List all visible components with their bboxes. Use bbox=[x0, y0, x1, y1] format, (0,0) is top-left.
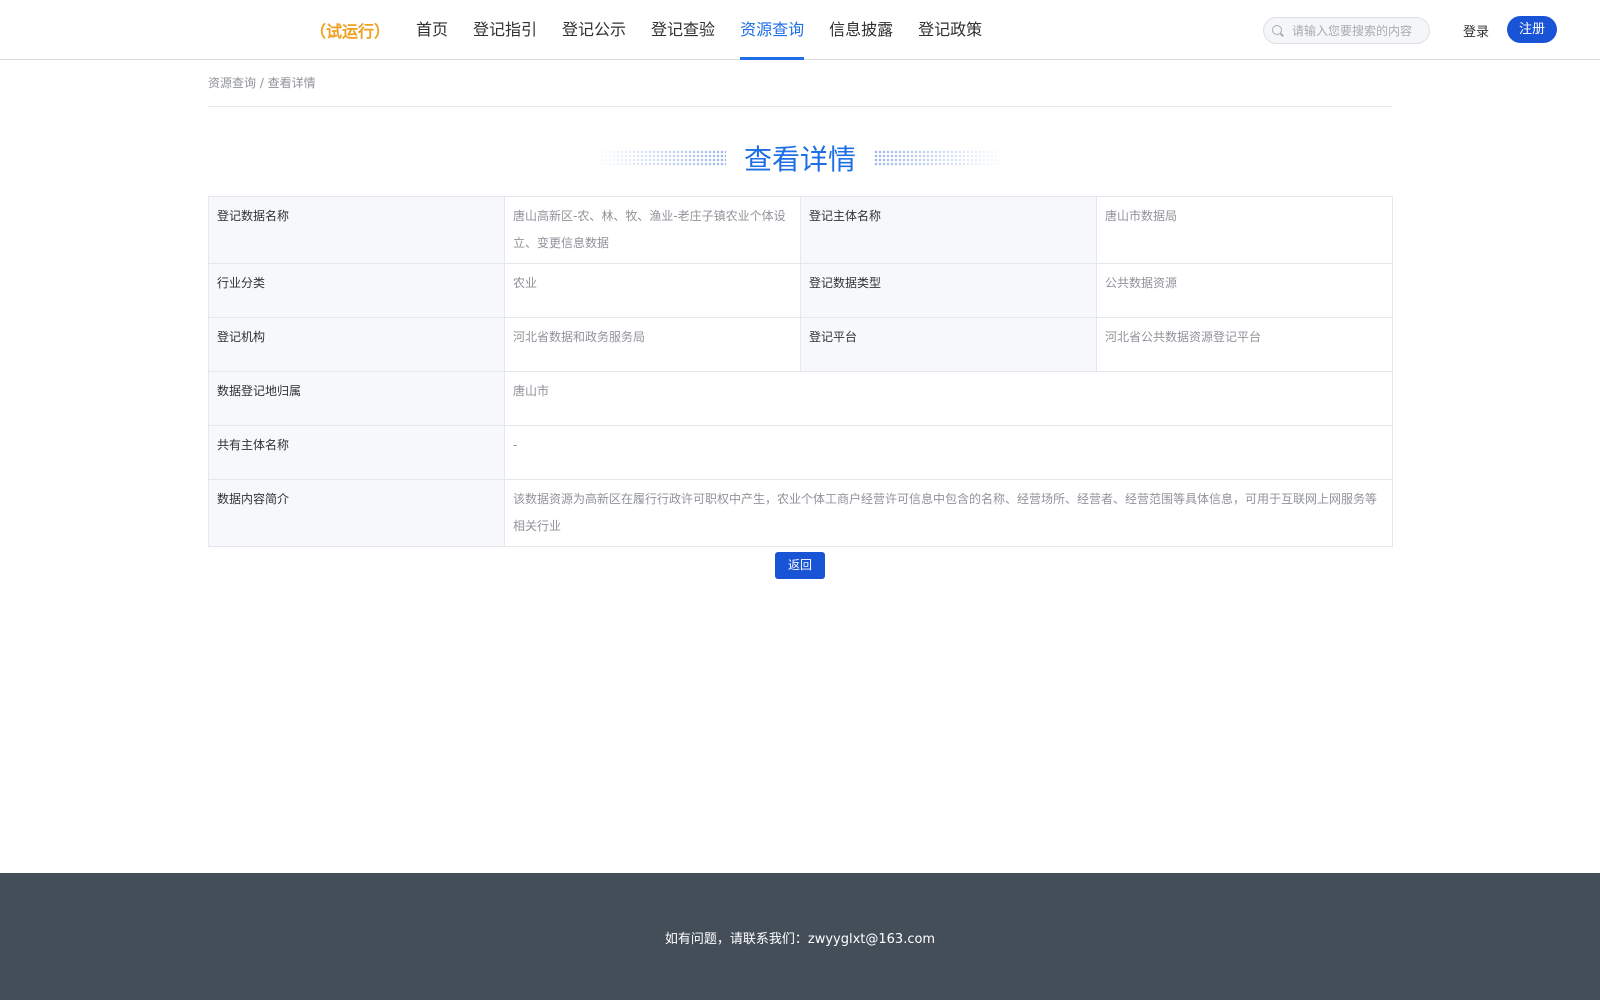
main-nav: 首页 登记指引 登记公示 登记查验 资源查询 信息披露 登记政策 bbox=[416, 0, 1007, 60]
search-icon bbox=[1272, 24, 1284, 37]
breadcrumb: 资源查询 / 查看详情 bbox=[208, 74, 1392, 107]
field-label: 登记数据类型 bbox=[800, 263, 1097, 318]
search-box bbox=[1263, 17, 1430, 44]
table-row: 数据内容简介 该数据资源为高新区在履行行政许可职权中产生，农业个体工商户经营许可… bbox=[208, 479, 1393, 547]
field-value: 唐山市数据局 bbox=[1096, 196, 1393, 264]
field-value: 河北省数据和政务服务局 bbox=[504, 317, 801, 372]
title-decoration-left bbox=[595, 150, 726, 166]
field-value: 公共数据资源 bbox=[1096, 263, 1393, 318]
field-value: 唐山市 bbox=[504, 371, 1393, 426]
field-label: 行业分类 bbox=[208, 263, 505, 318]
nav-registration-policy[interactable]: 登记政策 bbox=[918, 0, 982, 60]
field-value: - bbox=[504, 425, 1393, 480]
field-value: 河北省公共数据资源登记平台 bbox=[1096, 317, 1393, 372]
table-row: 登记机构 河北省数据和政务服务局 登记平台 河北省公共数据资源登记平台 bbox=[208, 317, 1393, 372]
nav-registration-verification[interactable]: 登记查验 bbox=[651, 0, 715, 60]
title-bar: 查看详情 bbox=[0, 136, 1600, 180]
table-row: 数据登记地归属 唐山市 bbox=[208, 371, 1393, 426]
title-decoration-right bbox=[874, 150, 1004, 166]
field-value: 唐山高新区-农、林、牧、渔业-老庄子镇农业个体设立、变更信息数据 bbox=[504, 196, 801, 264]
footer: 如有问题，请联系我们：zwyyglxt@163.com bbox=[0, 873, 1600, 1000]
search-input[interactable] bbox=[1292, 23, 1422, 38]
table-row: 行业分类 农业 登记数据类型 公共数据资源 bbox=[208, 263, 1393, 318]
field-label: 登记平台 bbox=[800, 317, 1097, 372]
field-label: 登记主体名称 bbox=[800, 196, 1097, 264]
logo-trial-tag: （试运行） bbox=[310, 22, 391, 41]
top-header: （试运行） 首页 登记指引 登记公示 登记查验 资源查询 信息披露 登记政策 登… bbox=[0, 0, 1600, 60]
field-value: 农业 bbox=[504, 263, 801, 318]
footer-contact: 如有问题，请联系我们：zwyyglxt@163.com bbox=[664, 932, 936, 947]
nav-home[interactable]: 首页 bbox=[416, 0, 448, 60]
field-label: 数据登记地归属 bbox=[208, 371, 505, 426]
nav-resource-query[interactable]: 资源查询 bbox=[740, 0, 805, 60]
field-label: 登记数据名称 bbox=[208, 196, 505, 264]
field-label: 数据内容简介 bbox=[208, 479, 505, 547]
back-button[interactable]: 返回 bbox=[775, 552, 825, 579]
field-label: 共有主体名称 bbox=[208, 425, 505, 480]
table-row: 登记数据名称 唐山高新区-农、林、牧、渔业-老庄子镇农业个体设立、变更信息数据 … bbox=[208, 196, 1393, 264]
register-button[interactable]: 注册 bbox=[1507, 16, 1557, 43]
nav-registration-guide[interactable]: 登记指引 bbox=[473, 0, 537, 60]
field-label: 登记机构 bbox=[208, 317, 505, 372]
nav-information-disclosure[interactable]: 信息披露 bbox=[829, 0, 893, 60]
table-row: 共有主体名称 - bbox=[208, 425, 1393, 480]
nav-registration-publicity[interactable]: 登记公示 bbox=[562, 0, 626, 60]
page-title: 查看详情 bbox=[743, 143, 856, 176]
detail-table: 登记数据名称 唐山高新区-农、林、牧、渔业-老庄子镇农业个体设立、变更信息数据 … bbox=[208, 196, 1393, 547]
field-value: 该数据资源为高新区在履行行政许可职权中产生，农业个体工商户经营许可信息中包含的名… bbox=[504, 479, 1393, 547]
login-link[interactable]: 登录 bbox=[1463, 21, 1489, 40]
